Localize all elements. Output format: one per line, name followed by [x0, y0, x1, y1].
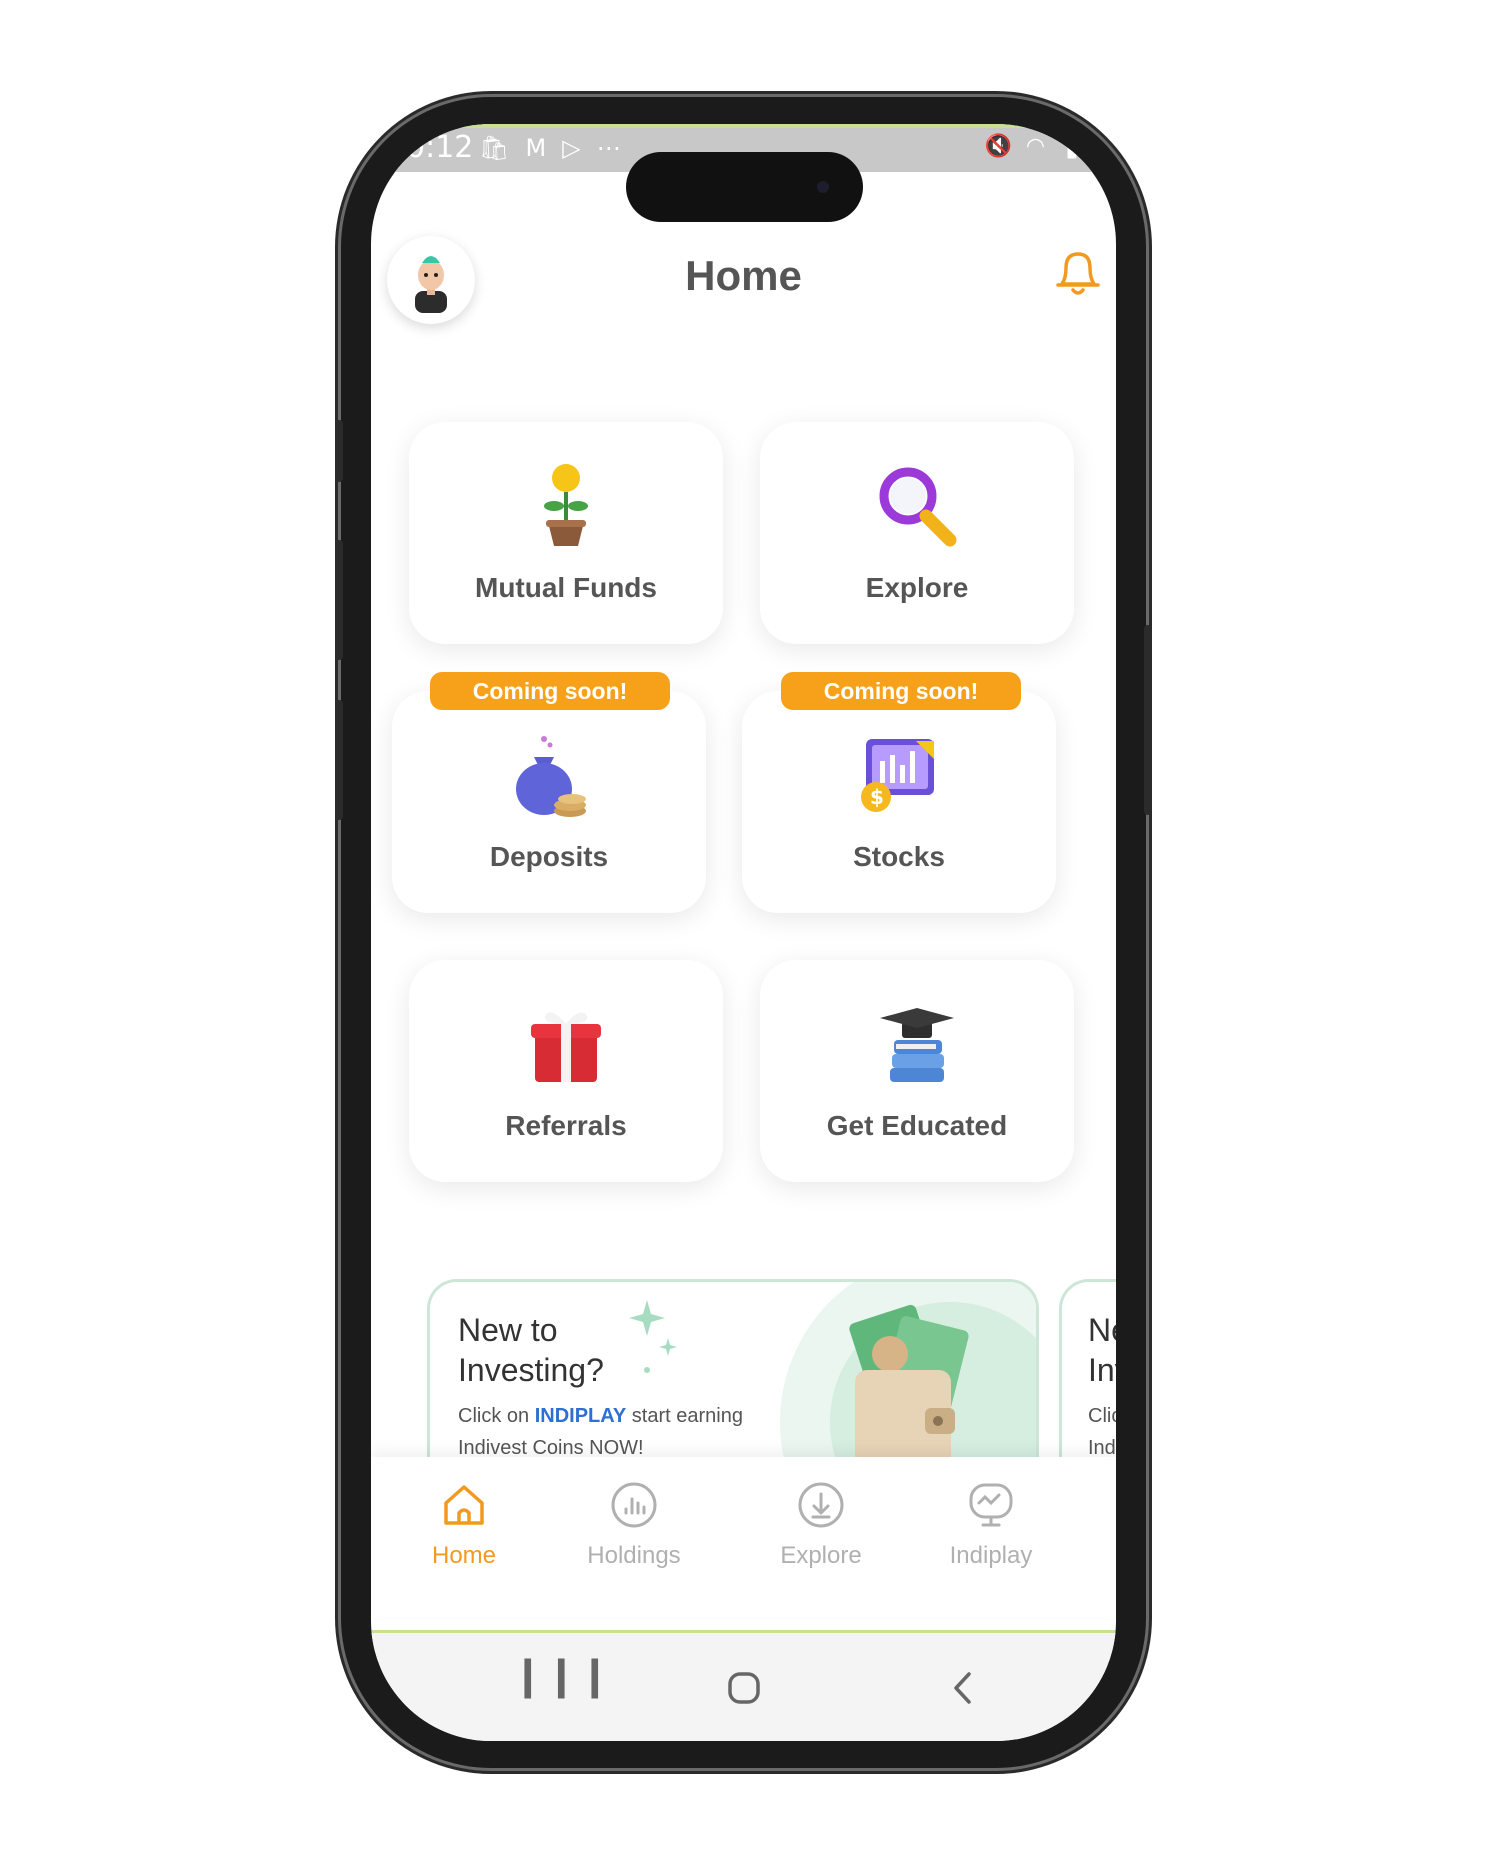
tile-label: Deposits — [489, 841, 609, 872]
nav-label: Indiplay — [949, 1542, 1033, 1569]
nav-home[interactable]: Home — [394, 1479, 534, 1570]
notification-bell-icon[interactable] — [1052, 244, 1104, 300]
books-graduation-cap-icon — [880, 1008, 954, 1082]
tile-get-educated[interactable]: Get Educated — [760, 960, 1074, 1182]
tile-explore[interactable]: Explore — [760, 422, 1074, 644]
tile-label: Get Educated — [826, 1110, 1008, 1141]
home-icon — [444, 1485, 484, 1525]
play-store-icon: ▷ — [562, 134, 581, 162]
download-circle-icon — [798, 1482, 844, 1528]
tile-label: Stocks — [853, 841, 945, 872]
money-bag-icon — [516, 736, 586, 817]
top-accent-line — [371, 124, 1116, 128]
indiplay-link[interactable]: INDIPLAY — [535, 1405, 627, 1427]
app-screen: 0:12 🛍 M ▷ ⋯ 🔇 ◠ ▐ Home Mutual Funds Exp… — [371, 124, 1116, 1741]
magnifier-icon — [879, 467, 957, 547]
gift-icon — [531, 1012, 601, 1082]
nav-label: Holdings — [587, 1542, 681, 1569]
recent-apps-icon[interactable]: ❙❙❙ — [511, 1653, 612, 1699]
nav-indiplay[interactable]: Indiplay — [921, 1479, 1061, 1570]
tile-stocks[interactable]: $ Stocks — [742, 691, 1056, 913]
front-camera — [817, 181, 829, 193]
stock-chart-icon: $ — [861, 739, 934, 812]
plant-coin-icon — [544, 464, 588, 546]
back-icon[interactable] — [951, 1671, 975, 1705]
signal-icon: ▐ — [1059, 134, 1076, 159]
banner-description: ClicInd — [1088, 1405, 1116, 1459]
stage: 0:12 🛍 M ▷ ⋯ 🔇 ◠ ▐ Home Mutual Funds Exp… — [0, 0, 1485, 1856]
tile-label: Referrals — [505, 1110, 627, 1141]
nav-explore[interactable]: Explore — [751, 1479, 891, 1570]
tile-mutual-funds[interactable]: Mutual Funds — [409, 422, 723, 644]
phone-side-button — [335, 420, 343, 482]
shopping-bag-icon: 🛍 — [479, 134, 510, 162]
phone-side-button — [335, 540, 343, 660]
nav-label: Explore — [780, 1542, 862, 1569]
bottom-nav: Home Holdings Explore Indiplay — [371, 1457, 1116, 1617]
tile-label: Mutual Funds — [475, 572, 657, 603]
dynamic-island — [626, 152, 863, 222]
coming-soon-badge: Coming soon! — [781, 672, 1021, 710]
page-title: Home — [685, 252, 802, 299]
status-time: 0:12 — [406, 130, 474, 165]
indiplay-monitor-icon — [969, 1483, 1013, 1527]
mute-icon: 🔇 — [984, 134, 1012, 159]
tile-label: Explore — [865, 572, 969, 603]
banner-description: Click on INDIPLAY start earning Indivest… — [458, 1405, 743, 1459]
system-nav-bar: ❙❙❙ — [371, 1633, 1116, 1741]
home-circle-icon[interactable] — [727, 1671, 761, 1705]
svg-text:$: $ — [870, 785, 884, 809]
banner-title: New to Investing? — [458, 1312, 604, 1388]
wifi-icon: ◠ — [1025, 134, 1046, 159]
phone-side-button — [1144, 625, 1152, 815]
phone-side-button — [335, 700, 343, 820]
mail-icon: M — [525, 134, 547, 162]
nav-holdings[interactable]: Holdings — [564, 1479, 704, 1570]
coming-soon-badge: Coming soon! — [430, 672, 670, 710]
tile-referrals[interactable]: Referrals — [409, 960, 723, 1182]
tile-deposits[interactable]: Deposits — [392, 691, 706, 913]
more-dots-icon: ⋯ — [596, 134, 621, 162]
nav-label: Home — [431, 1542, 497, 1569]
banner-title: NeInv — [1088, 1312, 1116, 1388]
holdings-chart-icon — [611, 1482, 657, 1528]
